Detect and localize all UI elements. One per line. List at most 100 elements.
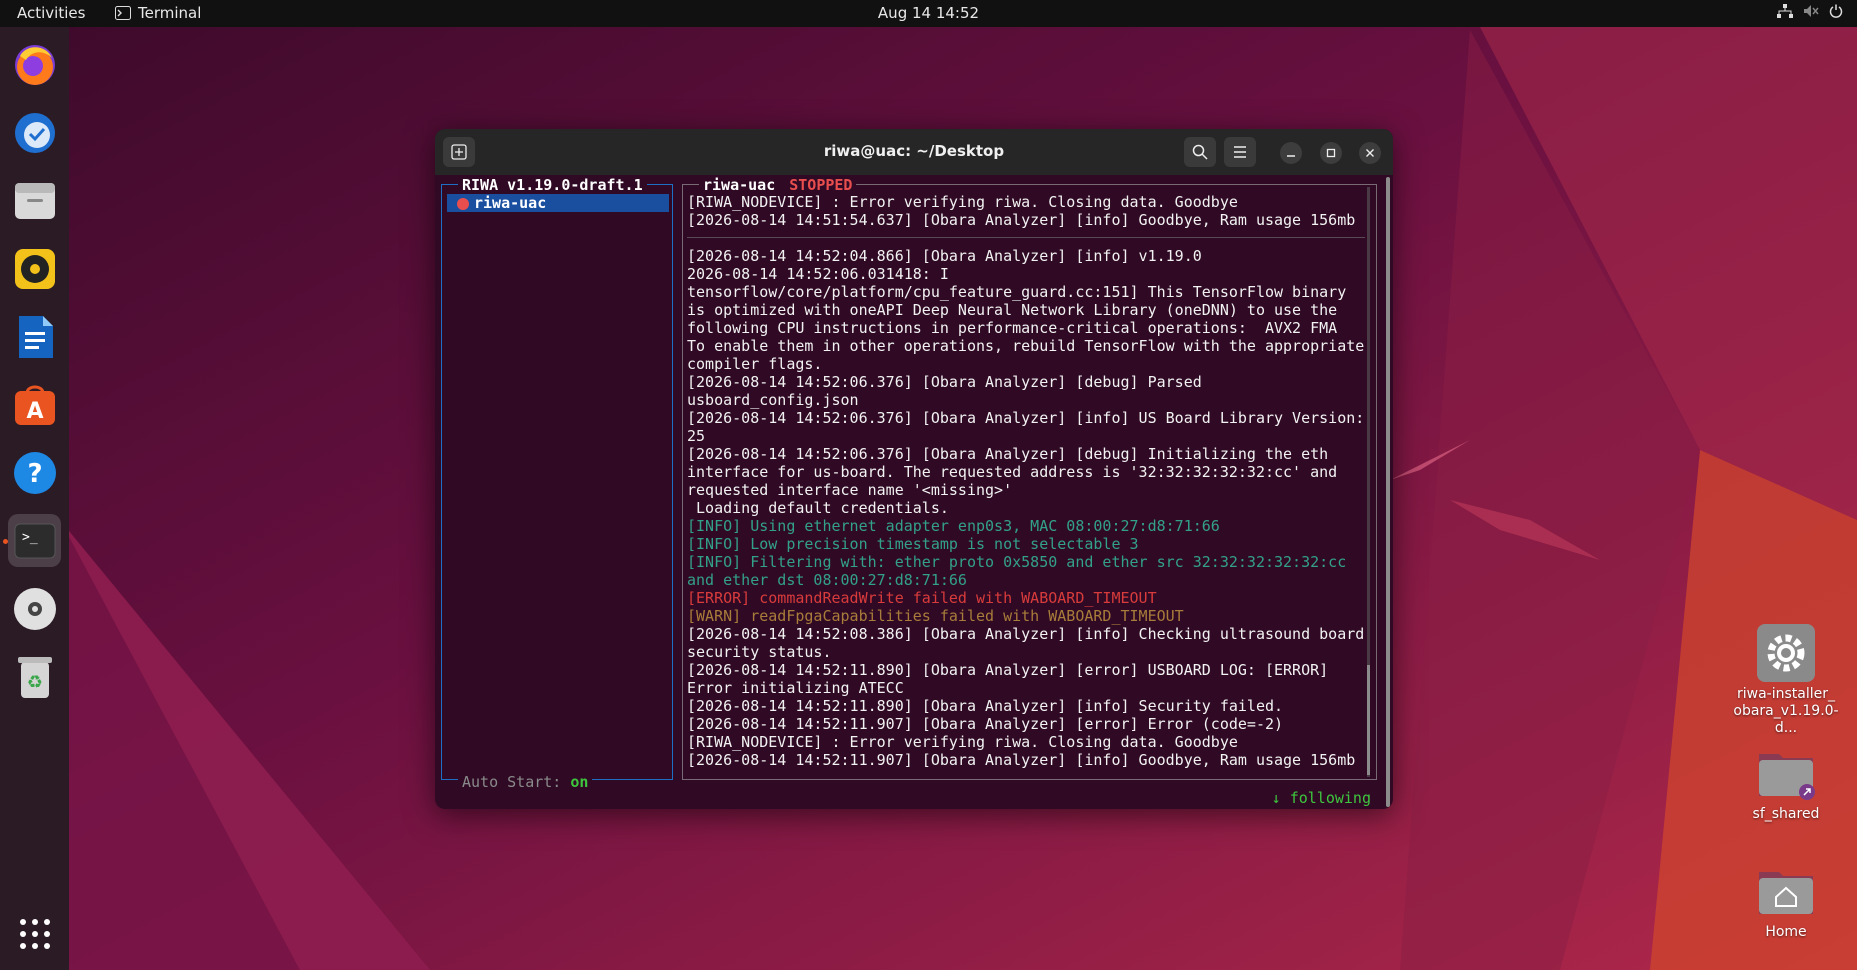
hamburger-icon [1234, 146, 1246, 158]
rhythmbox-icon[interactable] [8, 242, 61, 295]
app-center-icon[interactable]: A [8, 378, 61, 431]
top-bar: Activities Terminal Aug 14 14:52 [0, 0, 1857, 27]
log-pane-title: riwa-uac STOPPED [699, 176, 857, 194]
log-line: compiler flags. [687, 355, 823, 373]
terminal-window[interactable]: riwa@uac: ~/Desktop RIWA v1.19.0-draft.1 [435, 129, 1393, 809]
key-hint: Enter Logs [609, 807, 699, 809]
minimize-icon [1287, 155, 1295, 157]
log-line: [2026-08-14 14:52:06.376] [Obara Analyze… [687, 409, 1365, 427]
log-line: [2026-08-14 14:52:04.866] [Obara Analyze… [687, 247, 1202, 265]
key-hint: x Stop [817, 807, 871, 809]
stopped-status-dot-icon [457, 198, 469, 210]
network-icon [1777, 4, 1793, 18]
desktop-icon-installer[interactable]: riwa-installer_ obara_v1.19.0-d... [1731, 624, 1841, 737]
svg-text:A: A [26, 399, 43, 424]
log-line: usboard_config.json [687, 391, 859, 409]
activities-button[interactable]: Activities [17, 4, 85, 22]
log-line: [2026-08-14 14:52:08.386] [Obara Analyze… [687, 625, 1365, 643]
files-icon[interactable] [8, 174, 61, 227]
search-button[interactable] [1184, 137, 1216, 167]
maximize-button[interactable] [1320, 142, 1342, 164]
log-line: 25 [687, 427, 706, 445]
log-process-name: riwa-uac [703, 176, 776, 194]
app-version-title: RIWA v1.19.0-draft.1 [458, 176, 647, 194]
close-button[interactable] [1359, 142, 1381, 164]
folder-link-icon [1757, 744, 1815, 802]
running-indicator [3, 539, 8, 544]
log-line: [ERROR] commandReadWrite failed with WAB… [687, 589, 1157, 607]
maximize-icon [1326, 148, 1336, 158]
terminal-dock-icon[interactable]: >_ [8, 514, 61, 567]
log-line: [INFO] Filtering with: ether proto 0x585… [687, 553, 1347, 571]
app-menu-label: Terminal [138, 4, 202, 22]
log-line: requested interface name '<missing>' [687, 481, 1013, 499]
process-list-pane: RIWA v1.19.0-draft.1 riwa-uac Auto Start… [441, 176, 673, 791]
trash-icon[interactable]: ♻ [8, 650, 61, 703]
desktop-icon-label: Home [1765, 924, 1807, 940]
libreoffice-writer-icon[interactable] [8, 310, 61, 363]
log-line: and ether dst 08:00:27:d8:71:66 [687, 571, 967, 589]
terminal-small-icon [115, 6, 131, 20]
svg-text:?: ? [27, 459, 42, 489]
keybinding-bar: ↑↓ Select Enter Logs s Start x Stop r Restar… [447, 789, 1387, 809]
help-icon[interactable]: ? [8, 446, 61, 499]
log-line: [INFO] Using ethernet adapter enp0s3, MA… [687, 517, 1220, 535]
close-icon [1366, 149, 1374, 157]
desktop-icon-sf-shared[interactable]: sf_shared [1731, 744, 1841, 822]
firefox-icon[interactable] [8, 38, 61, 91]
log-pane[interactable]: riwa-uac STOPPED [RIWA_NODEVICE] : Error … [682, 176, 1377, 780]
clock[interactable]: Aug 14 14:52 [878, 4, 979, 22]
thunderbird-icon[interactable] [8, 106, 61, 159]
log-line: Loading default credentials. [687, 499, 949, 517]
process-name: riwa-uac [474, 194, 547, 212]
window-title: riwa@uac: ~/Desktop [823, 142, 1005, 160]
process-row-selected[interactable]: riwa-uac [447, 194, 669, 212]
log-line: [2026-08-14 14:52:06.376] [Obara Analyze… [687, 445, 1329, 463]
log-separator [687, 229, 1365, 247]
log-scrollbar-thumb[interactable] [1367, 665, 1370, 775]
log-line: tensorflow/core/platform/cpu_feature_gua… [687, 283, 1347, 301]
disc-icon[interactable] [8, 582, 61, 635]
key-hint: S Start All [1006, 807, 1105, 809]
status-badge: STOPPED [789, 176, 853, 194]
log-line: Error initializing ATECC [687, 679, 904, 697]
svg-text:♻: ♻ [26, 672, 42, 693]
log-line: [RIWA_NODEVICE] : Error verifying riwa. … [687, 193, 1238, 211]
desktop-icon-label: riwa-installer_ obara_v1.19.0-d... [1733, 686, 1839, 736]
power-icon [1829, 4, 1843, 18]
log-line: following CPU instructions in performanc… [687, 319, 1338, 337]
log-line: [2026-08-14 14:52:11.907] [Obara Analyze… [687, 751, 1356, 769]
menu-button[interactable] [1224, 137, 1256, 167]
log-line: 2026-08-14 14:52:06.031418: I [687, 265, 949, 283]
log-line: [2026-08-14 14:52:11.907] [Obara Analyze… [687, 715, 1284, 733]
log-line: interface for us-board. The requested ad… [687, 463, 1338, 481]
minimize-button[interactable] [1280, 142, 1302, 164]
new-tab-icon [451, 144, 467, 160]
search-icon [1192, 144, 1208, 160]
app-menu[interactable]: Terminal [115, 4, 201, 22]
log-line: [INFO] Low precision timestamp is not se… [687, 535, 1139, 553]
key-hint: ↑↓ Select [501, 807, 582, 809]
log-line: [WARN] readFpgaCapabilities failed with … [687, 607, 1184, 625]
show-apps-icon[interactable] [8, 907, 61, 960]
key-hint: s Start [727, 807, 790, 809]
log-line: [2026-08-14 14:52:11.890] [Obara Analyze… [687, 697, 1284, 715]
terminal-scrollbar[interactable] [1386, 177, 1390, 807]
new-tab-button[interactable] [443, 137, 475, 167]
system-tray[interactable] [1777, 4, 1843, 18]
log-line: [2026-08-14 14:51:54.637] [Obara Analyze… [687, 211, 1356, 229]
tui-area[interactable]: RIWA v1.19.0-draft.1 riwa-uac Auto Start… [435, 175, 1393, 809]
log-line: [2026-08-14 14:52:11.890] [Obara Analyze… [687, 661, 1329, 679]
log-line: security status. [687, 643, 832, 661]
home-folder-icon [1757, 862, 1815, 920]
log-line: To enable them in other operations, rebu… [687, 337, 1365, 355]
key-hint: R Restart [1250, 807, 1331, 809]
follow-status: ↓ following [1271, 789, 1371, 807]
log-line: [2026-08-14 14:52:06.376] [Obara Analyze… [687, 373, 1202, 391]
log-output: [RIWA_NODEVICE] : Error verifying riwa. … [687, 193, 1365, 769]
log-line: [RIWA_NODEVICE] : Error verifying riwa. … [687, 733, 1238, 751]
svg-text:>_: >_ [22, 530, 38, 545]
desktop-icon-home[interactable]: Home [1731, 862, 1841, 940]
window-titlebar[interactable]: riwa@uac: ~/Desktop [435, 129, 1393, 175]
key-hint: r Restart [898, 807, 979, 809]
